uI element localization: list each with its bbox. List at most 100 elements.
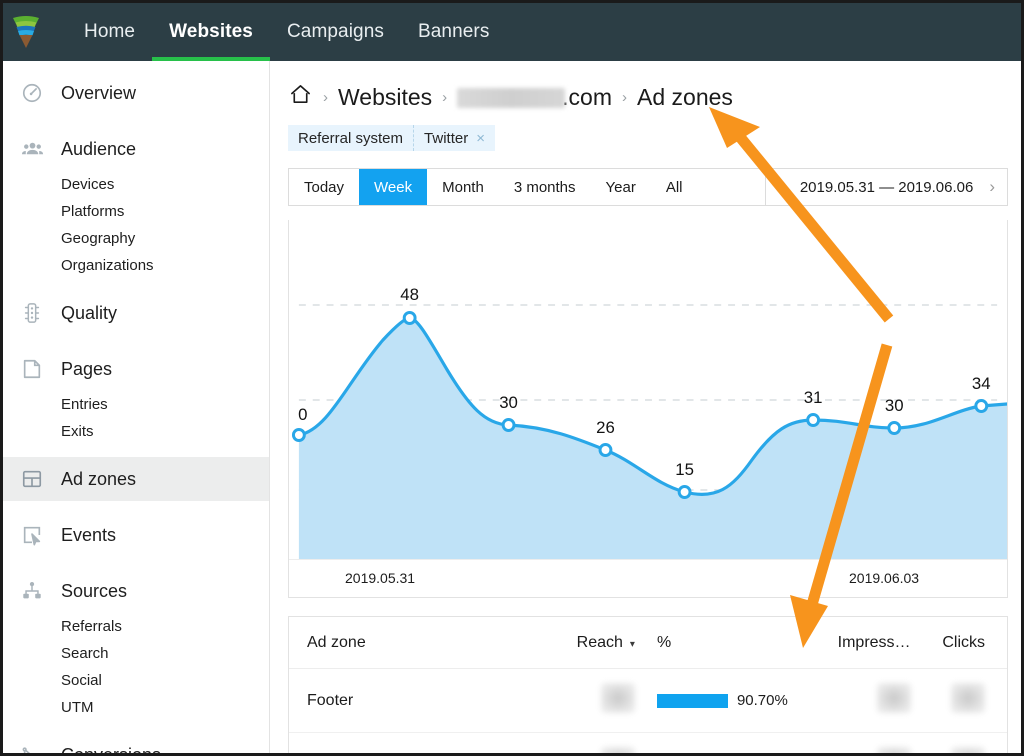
redacted-domain-name (457, 87, 566, 108)
sidebar-item-audience[interactable]: Audience (3, 127, 269, 171)
sidebar-item-label: Audience (61, 138, 137, 159)
sidebar-item-overview[interactable]: Overview (3, 71, 269, 115)
chart-point (677, 485, 692, 499)
redacted-value (951, 683, 985, 713)
sidebar-item-label: Sources (61, 580, 128, 601)
chart-point-label: 30 (499, 393, 518, 412)
sidebar-item-quality[interactable]: Quality (3, 291, 269, 335)
sidebar-subitem-organizations[interactable]: Organizations (3, 252, 269, 279)
prev-period-icon[interactable]: ‹ (778, 177, 784, 197)
chart-point (974, 399, 989, 413)
sidebar-subitem-label: Exits (61, 423, 94, 440)
next-period-icon[interactable]: › (989, 177, 995, 197)
traffic-light-icon (17, 299, 47, 327)
sidebar-subitem-devices[interactable]: Devices (3, 171, 269, 198)
table: Ad zone Reach ▾ % Impress… Clicks Footer (289, 617, 1007, 753)
filter-chip-referral-system[interactable]: Referral system (288, 125, 413, 151)
sidebar-group-events: Events (3, 513, 269, 557)
sidebar-item-events[interactable]: Events (3, 513, 269, 557)
date-btn-month[interactable]: Month (427, 169, 499, 205)
breadcrumb-websites[interactable]: Websites (338, 84, 432, 111)
table-header-row: Ad zone Reach ▾ % Impress… Clicks (289, 617, 1007, 669)
nav-item-banners[interactable]: Banners (401, 3, 506, 61)
sidebar-subitem-label: Geography (61, 230, 136, 247)
sidebar-subitem-label: Entries (61, 396, 108, 413)
chart-point-label: 0 (298, 405, 307, 424)
column-header-clicks[interactable]: Clicks (910, 617, 1007, 669)
sidebar-item-ad-zones[interactable]: Ad zones (3, 457, 269, 501)
nav-item-websites[interactable]: Websites (152, 3, 270, 61)
sidebar-group-sources: Sources Referrals Search Social UTM (3, 569, 269, 721)
nav-item-home[interactable]: Home (67, 3, 152, 61)
cell-clicks (910, 668, 1007, 733)
sidebar-subitem-geography[interactable]: Geography (3, 225, 269, 252)
column-header-reach[interactable]: Reach ▾ (526, 617, 635, 669)
chart-point (501, 418, 516, 432)
cell-impressions (787, 732, 911, 753)
date-btn-label: Week (374, 178, 413, 196)
column-label: Clicks (942, 634, 985, 651)
sidebar-subitem-platforms[interactable]: Platforms (3, 198, 269, 225)
column-header-ad-zone[interactable]: Ad zone (289, 617, 527, 669)
column-label: Impress… (837, 634, 911, 651)
date-btn-3-months[interactable]: 3 months (499, 169, 591, 205)
sidebar-item-label: Quality (61, 302, 118, 323)
top-navbar: Home Websites Campaigns Banners (3, 3, 1021, 61)
funnel-logo-icon (13, 16, 39, 48)
date-btn-today[interactable]: Today (289, 169, 359, 205)
reach-area-chart[interactable]: 0 48 30 26 15 31 30 34 2019.05.31 2019.0… (288, 220, 1008, 598)
sidebar-subitem-referrals[interactable]: Referrals (3, 613, 269, 640)
chart-point-label: 30 (885, 396, 904, 415)
filter-chip-label: Twitter (424, 129, 469, 147)
redacted-value (876, 683, 911, 713)
table-row[interactable]: Footer 90.70% (289, 668, 1007, 733)
date-btn-year[interactable]: Year (591, 169, 651, 205)
x-axis-tick-label: 2019.06.03 (849, 570, 920, 586)
nav-item-campaigns[interactable]: Campaigns (270, 3, 401, 61)
sidebar-subitem-label: Platforms (61, 203, 125, 220)
date-range-text: 2019.05.31 — 2019.06.06 (799, 178, 974, 196)
filter-chip-twitter[interactable]: Twitter × (413, 125, 495, 151)
cell-impressions (787, 668, 911, 733)
sort-caret-icon[interactable]: ▾ (630, 639, 635, 650)
filter-chips: Referral system Twitter × (270, 112, 1021, 151)
column-label: Ad zone (307, 634, 366, 651)
sidebar-subitem-utm[interactable]: UTM (3, 694, 269, 721)
column-label: % (656, 634, 672, 651)
breadcrumb-domain[interactable]: .com (457, 84, 612, 111)
sidebar-subitem-exits[interactable]: Exits (3, 418, 269, 445)
home-icon[interactable] (288, 83, 313, 112)
sidebar-item-sources[interactable]: Sources (3, 569, 269, 613)
conversion-icon (17, 741, 47, 753)
close-icon[interactable]: × (476, 130, 485, 147)
gauge-icon (17, 79, 47, 107)
column-header-percent[interactable]: % (634, 617, 788, 669)
date-btn-label: Month (442, 178, 484, 196)
cell-percent: 39.53% (634, 732, 788, 753)
cell-reach (526, 668, 635, 733)
sidebar-group-quality: Quality (3, 291, 269, 335)
date-btn-week[interactable]: Week (359, 169, 428, 205)
sidebar-item-conversions[interactable]: Conversions (3, 733, 269, 753)
sidebar-subitem-social[interactable]: Social (3, 667, 269, 694)
page-icon (17, 355, 47, 383)
sidebar-item-pages[interactable]: Pages (3, 347, 269, 391)
sidebar-group-adzones: Ad zones (3, 457, 269, 501)
column-header-impressions[interactable]: Impress… (787, 617, 911, 669)
date-btn-all[interactable]: All (651, 169, 698, 205)
funnel-logo[interactable] (3, 3, 49, 61)
table-row[interactable]: Sidebar 39.53% (289, 732, 1007, 753)
table-body: Footer 90.70% Sidebar (289, 668, 1007, 753)
chart-point (806, 413, 821, 427)
chart-point (402, 311, 417, 325)
sidebar-group-conversions: Conversions UTM Referrals (3, 733, 269, 753)
sidebar-item-label: Pages (61, 358, 113, 379)
chart-point (291, 428, 306, 442)
sidebar-subitem-search[interactable]: Search (3, 640, 269, 667)
sidebar-subitem-entries[interactable]: Entries (3, 391, 269, 418)
sidebar-subitem-label: UTM (61, 699, 94, 716)
chart-point (887, 421, 902, 435)
